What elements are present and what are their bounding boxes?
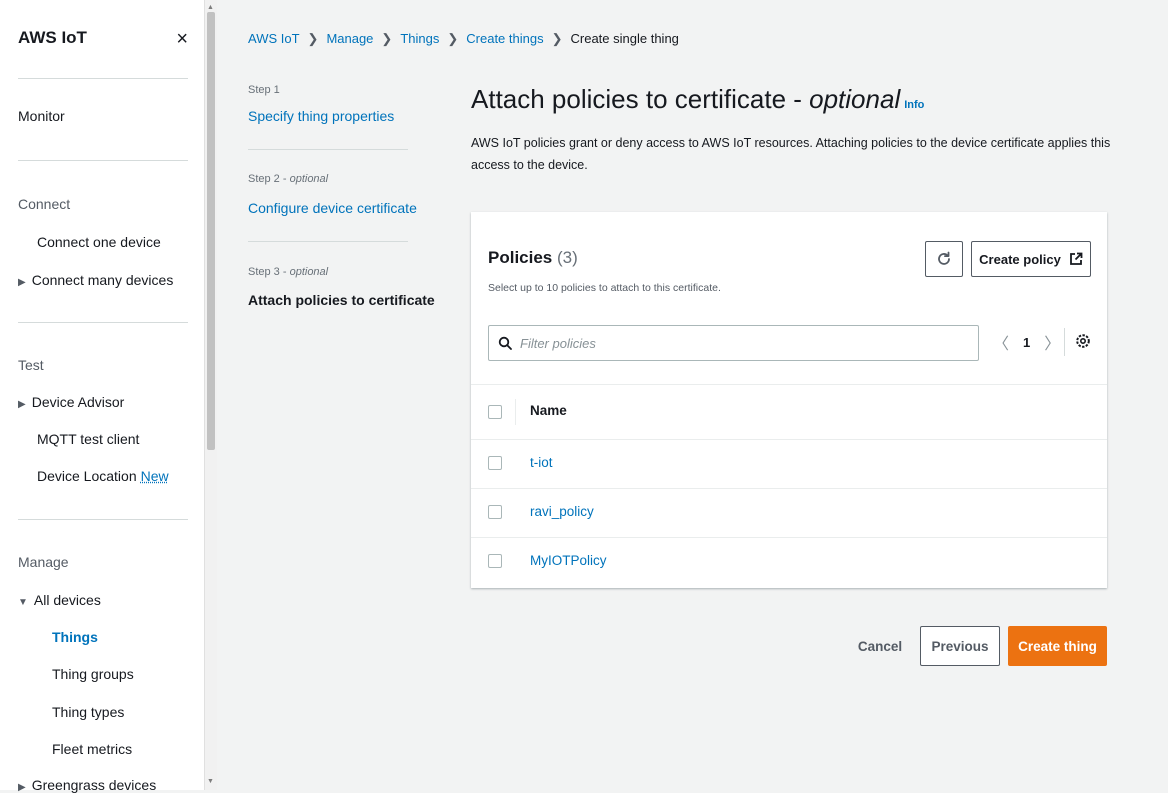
table-row[interactable]: ravi_policy <box>471 489 1107 538</box>
page-title-optional: optional <box>809 84 901 114</box>
policy-link[interactable]: MyIOTPolicy <box>530 553 607 568</box>
pagination: 〈 1 〉 <box>993 330 1060 354</box>
scroll-down-icon[interactable]: ▼ <box>207 778 214 785</box>
filter-policies-input[interactable] <box>518 334 962 352</box>
breadcrumb-create-things[interactable]: Create things <box>466 31 543 46</box>
step-1-label: Step 1 <box>248 84 280 96</box>
sidebar-item-label: Connect many devices <box>31 272 174 288</box>
policies-title: Policies (3) <box>488 248 578 268</box>
policies-panel: Policies (3) Select up to 10 policies to… <box>471 212 1107 588</box>
step-1-link[interactable]: Specify thing properties <box>248 108 394 124</box>
create-thing-button[interactable]: Create thing <box>1008 626 1107 666</box>
row-checkbox[interactable] <box>488 456 502 470</box>
sidebar-section-connect: Connect <box>18 196 71 212</box>
sidebar-divider <box>18 519 188 520</box>
refresh-button[interactable] <box>925 241 963 277</box>
new-badge[interactable]: New <box>141 468 169 484</box>
settings-gear-icon[interactable] <box>1075 333 1091 349</box>
info-link[interactable]: Info <box>904 99 924 111</box>
sidebar-item-connect-many-devices[interactable]: ▶ Connect many devices <box>18 272 173 288</box>
sidebar-item-connect-one-device[interactable]: Connect one device <box>37 234 161 250</box>
breadcrumb-things[interactable]: Things <box>400 31 439 46</box>
previous-button[interactable]: Previous <box>920 626 1000 666</box>
breadcrumb-manage[interactable]: Manage <box>326 31 373 46</box>
sidebar-item-all-devices[interactable]: ▼ All devices <box>18 592 101 608</box>
sidebar-section-test: Test <box>18 357 44 373</box>
step-2-optional: optional <box>289 173 329 185</box>
step-3-current: Attach policies to certificate <box>248 292 435 308</box>
sidebar-item-thing-types[interactable]: Thing types <box>52 704 124 720</box>
sidebar-item-label: Device Location <box>37 468 137 484</box>
scroll-up-icon[interactable]: ▲ <box>207 4 214 11</box>
search-icon <box>498 336 512 350</box>
row-checkbox[interactable] <box>488 505 502 519</box>
sidebar-item-device-advisor[interactable]: ▶ Device Advisor <box>18 394 124 410</box>
create-policy-button[interactable]: Create policy <box>971 241 1091 277</box>
page-description: AWS IoT policies grant or deny access to… <box>471 136 1111 172</box>
sidebar-item-label: Greengrass devices <box>31 777 157 793</box>
step-3-optional: optional <box>289 266 329 278</box>
refresh-icon <box>938 251 950 265</box>
external-link-icon <box>1069 252 1083 265</box>
step-divider <box>248 241 408 242</box>
step-3-label-text: Step 3 - <box>248 266 290 278</box>
sidebar-item-mqtt-test-client[interactable]: MQTT test client <box>37 431 139 447</box>
pagination-divider <box>1064 328 1065 356</box>
page-title: Attach policies to certificate - optiona… <box>471 84 924 115</box>
step-2-label: Step 2 - optional <box>248 173 328 185</box>
policies-subtitle: Select up to 10 policies to attach to th… <box>488 282 721 294</box>
sidebar-item-device-location[interactable]: Device Location New <box>37 468 169 484</box>
sidebar-header: AWS IoT × <box>18 28 190 52</box>
chevron-right-icon: ❯ <box>551 31 563 46</box>
breadcrumb: AWS IoT ❯ Manage ❯ Things ❯ Create things ❯ Crea… <box>248 31 679 47</box>
caret-right-icon: ▶ <box>18 782 26 793</box>
filter-policies <box>488 325 979 361</box>
policies-count: (3) <box>557 248 578 267</box>
chevron-right-icon[interactable]: 〉 <box>1044 330 1060 354</box>
table-row[interactable]: MyIOTPolicy <box>471 538 1107 586</box>
breadcrumb-aws-iot[interactable]: AWS IoT <box>248 31 300 46</box>
table-row[interactable]: t-iot <box>471 440 1107 489</box>
breadcrumb-current: Create single thing <box>570 31 679 46</box>
policies-title-text: Policies <box>488 248 553 267</box>
step-2-link[interactable]: Configure device certificate <box>248 200 417 216</box>
sidebar-divider <box>18 78 188 79</box>
sidebar-item-label: All devices <box>33 592 101 608</box>
scrollbar-thumb[interactable] <box>207 12 215 450</box>
caret-right-icon: ▶ <box>18 399 26 410</box>
sidebar-scrollbar[interactable]: ▲ ▼ <box>204 0 217 790</box>
cancel-button[interactable]: Cancel <box>840 626 920 666</box>
sidebar-divider <box>18 322 188 323</box>
chevron-left-icon[interactable]: 〈 <box>993 330 1009 354</box>
sidebar-item-greengrass-devices[interactable]: ▶ Greengrass devices <box>18 777 156 793</box>
row-checkbox[interactable] <box>488 554 502 568</box>
step-2-label-text: Step 2 - <box>248 173 290 185</box>
caret-right-icon: ▶ <box>18 277 26 288</box>
chevron-right-icon: ❯ <box>381 31 393 46</box>
sidebar-item-thing-groups[interactable]: Thing groups <box>52 666 134 682</box>
column-header-name[interactable]: Name <box>530 403 567 418</box>
step-3-label: Step 3 - optional <box>248 266 328 278</box>
policy-link[interactable]: t-iot <box>530 455 553 470</box>
caret-down-icon: ▼ <box>18 597 28 608</box>
column-divider <box>515 399 516 425</box>
sidebar-item-label: Device Advisor <box>31 394 125 410</box>
sidebar-title: AWS IoT <box>18 28 87 47</box>
page-title-text: Attach policies to certificate - <box>471 84 810 114</box>
table-header: Name <box>471 384 1107 440</box>
sidebar-section-manage: Manage <box>18 554 69 570</box>
create-policy-label: Create policy <box>979 251 1061 267</box>
page-number[interactable]: 1 <box>1023 335 1030 350</box>
sidebar-item-monitor[interactable]: Monitor <box>18 108 65 124</box>
close-icon[interactable]: × <box>176 28 188 51</box>
step-divider <box>248 149 408 150</box>
policy-link[interactable]: ravi_policy <box>530 504 594 519</box>
sidebar-divider <box>18 160 188 161</box>
sidebar: AWS IoT × Monitor Connect Connect one de… <box>0 0 204 793</box>
sidebar-item-fleet-metrics[interactable]: Fleet metrics <box>52 741 132 757</box>
sidebar-item-things[interactable]: Things <box>52 629 98 645</box>
chevron-right-icon: ❯ <box>447 31 459 46</box>
select-all-checkbox[interactable] <box>488 405 502 419</box>
chevron-right-icon: ❯ <box>307 31 319 46</box>
